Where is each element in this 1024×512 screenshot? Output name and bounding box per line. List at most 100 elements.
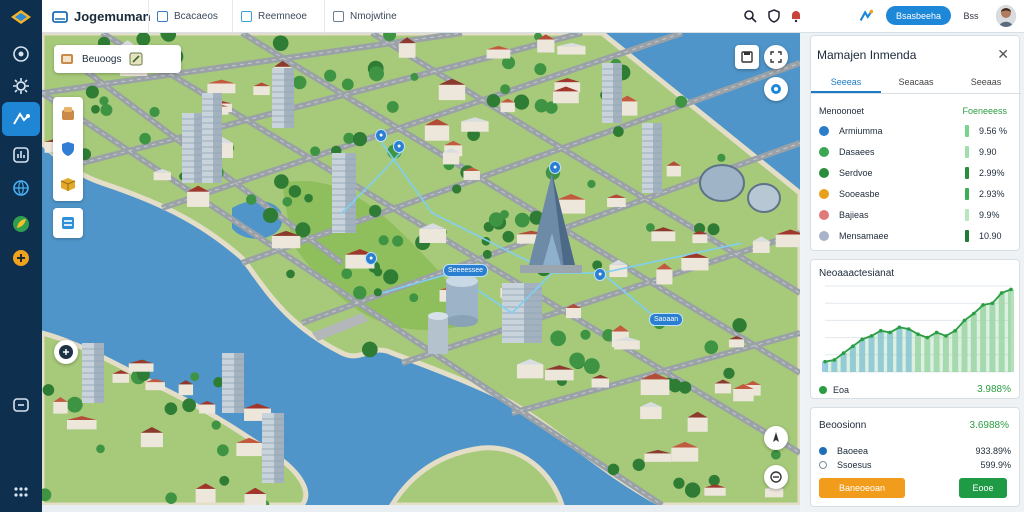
secondary-button[interactable]: Eooe [959,478,1007,498]
city-map[interactable]: ● ● ● ● Seeeessee ● Saoaan Beuoogs [42,33,800,505]
panel-tabs: Seeeas Seacaas Seeaas [811,72,1021,94]
stat-value: 2.99% [979,168,1005,178]
edit-icon[interactable] [129,52,143,66]
network-icon[interactable] [858,8,874,24]
stat-row[interactable]: Bajieas 9.9% [819,206,1011,224]
zoom-button[interactable] [764,465,788,489]
tree [723,367,735,379]
tree [409,293,419,303]
map-search[interactable]: Beuoogs [54,45,181,73]
close-icon[interactable]: ✕ [997,46,1009,63]
chart-point [925,335,930,340]
primary-button[interactable]: Baneoeoan [819,478,905,498]
map-pin-label[interactable]: Saoaan [649,313,684,326]
stat-label: Sooeasbe [839,189,880,199]
map-tool-group [53,97,83,201]
stat-row[interactable]: Armiumma 9.56 % [819,122,1011,140]
map-canvas[interactable] [42,33,800,505]
tab-monitoring[interactable]: Nmojwtine [324,0,405,33]
chat-button[interactable] [54,340,78,364]
save-view-button[interactable] [735,45,759,69]
help-icon[interactable] [9,393,33,417]
brand[interactable]: Jogemuman [52,8,151,25]
tree [341,268,353,280]
list-header-label: Menoonoet [819,106,865,116]
brand-logo-icon [52,10,68,23]
chart-point [823,359,827,364]
tree [352,132,368,147]
area-chart [822,285,1014,373]
silo-tower[interactable] [428,312,448,354]
tree [324,69,337,82]
dashboard-icon[interactable] [9,42,33,66]
database-tool[interactable] [53,208,83,238]
avatar[interactable] [996,5,1016,27]
stat-value: 9.56 % [979,126,1008,136]
chart-point [1009,287,1013,292]
chart-point [972,311,976,316]
details-panel: Mamajen Inmenda ✕ Seeeas Seacaas Seeaas … [806,33,1024,512]
chart-point [934,330,939,335]
analytics-icon[interactable] [9,143,33,167]
tree [165,492,177,504]
tab-resources[interactable]: Reemneoe [232,0,315,33]
stat-bar [965,230,969,242]
locate-button[interactable] [764,77,788,101]
tower-building [262,413,284,483]
chart-title: Neoaaactesianat [819,268,895,279]
chart-point [860,337,864,342]
tree [386,100,399,113]
bell-icon[interactable] [788,8,804,24]
summary-value: 933.89% [975,446,1011,456]
stat-row[interactable]: Serdvoe 2.99% [819,164,1011,182]
tree [66,396,83,413]
tab-label: Nmojwtine [350,11,397,22]
tower-building [502,283,542,343]
leaf-icon[interactable] [9,212,33,236]
tree [343,132,355,144]
tower-building [272,68,294,128]
stat-row[interactable]: Dasaees 9.90 [819,143,1011,161]
map-nav-icon[interactable] [2,102,40,136]
shield-icon[interactable] [766,8,782,24]
compass-button[interactable] [764,426,788,450]
fullscreen-button[interactable] [764,45,788,69]
tree [607,463,620,476]
map-pin-label[interactable]: Seeeessee [443,264,489,277]
shield-tool-icon[interactable] [59,140,77,158]
tab-documents[interactable]: Bcacaeos [148,0,226,33]
coin-icon [819,189,829,199]
document-icon [157,11,168,22]
settings-gear-icon[interactable] [9,74,33,98]
tree [139,132,151,145]
chart-point [906,327,911,331]
tree [217,444,229,457]
building-tool-icon[interactable] [59,105,77,123]
tab-settings[interactable]: Seeaas [951,72,1021,93]
tree [304,193,313,203]
tab-details[interactable]: Seacaas [881,72,951,93]
save-icon [741,51,753,63]
tree [378,235,389,246]
tree [513,94,530,110]
search-icon[interactable] [742,8,758,24]
language-selector[interactable]: Bss [960,8,982,24]
box-tool-icon[interactable] [59,175,77,193]
chart-point [832,358,837,362]
stat-row[interactable]: Sooeasbe 2.93% [819,185,1011,203]
tree [392,235,404,247]
round-tower[interactable] [446,275,478,327]
stat-bar [965,188,969,200]
apps-grid-icon[interactable] [9,480,33,504]
app-logo-icon[interactable] [9,8,33,26]
globe-icon[interactable] [9,176,33,200]
stat-label: Dasaees [839,147,875,157]
flag-icon [819,210,829,220]
chart-point [897,325,902,330]
reports-icon[interactable] [9,246,33,270]
stat-row[interactable]: Mensamaee 10.90 [819,227,1011,245]
stat-value: 9.90 [979,147,997,157]
primary-action-button[interactable]: Bsasbeeha [886,6,951,25]
tab-overview[interactable]: Seeeas [811,72,881,93]
summary-label: Baoeea [837,446,869,456]
